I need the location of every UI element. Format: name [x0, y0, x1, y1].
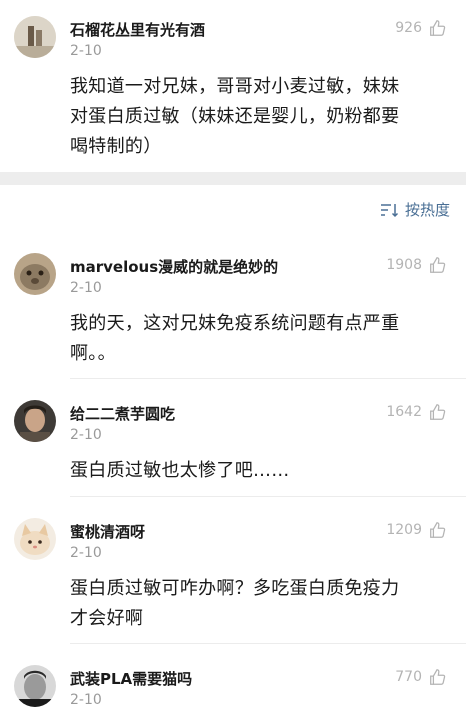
- thumbs-up-icon: [430, 522, 446, 538]
- comment-content: 我的天，这对兄妹免疫系统问题有点严重 啊。。: [70, 309, 445, 369]
- avatar[interactable]: [14, 665, 56, 707]
- like-button[interactable]: 926: [395, 19, 446, 37]
- thumbs-up-icon: [430, 669, 446, 685]
- thumbs-up-icon: [430, 20, 446, 36]
- avatar[interactable]: [14, 253, 56, 295]
- sort-by-heat-button[interactable]: 按热度: [379, 199, 450, 220]
- comment-date: 2-10: [70, 280, 102, 296]
- divider: [70, 378, 466, 379]
- avatar[interactable]: [14, 16, 56, 58]
- avatar[interactable]: [14, 518, 56, 560]
- divider: [70, 643, 466, 644]
- comment-username[interactable]: marvelous漫威的就是绝妙的: [70, 256, 278, 277]
- comment-line: 对蛋白质过敏（妹妹还是婴儿，奶粉都要: [70, 106, 400, 127]
- like-count: 770: [395, 669, 422, 685]
- like-count: 926: [395, 20, 422, 36]
- comment-date: 2-10: [70, 692, 102, 708]
- like-button[interactable]: 770: [395, 668, 446, 686]
- comment-line: 我的天，这对兄妹免疫系统问题有点严重: [70, 313, 400, 334]
- thumbs-up-icon: [430, 404, 446, 420]
- like-count: 1209: [386, 522, 422, 538]
- like-button[interactable]: 1642: [386, 403, 446, 421]
- comment-content: 蛋白质过敏可咋办啊？多吃蛋白质免疫力 才会好啊: [70, 574, 445, 634]
- comment-content: 我知道一对兄妹，哥哥对小麦过敏，妹妹 对蛋白质过敏（妹妹还是婴儿，奶粉都要 喝特…: [70, 72, 445, 162]
- comment-line: 蛋白质过敏可咋办啊？多吃蛋白质免疫力: [70, 578, 400, 599]
- avatar[interactable]: [14, 400, 56, 442]
- comment-line: 才会好啊: [70, 608, 144, 629]
- divider: [70, 496, 466, 497]
- comment-username[interactable]: 武装PLA需要猫吗: [70, 668, 192, 689]
- like-count: 1908: [386, 257, 422, 273]
- sort-label: 按热度: [404, 201, 450, 219]
- comment-username[interactable]: 石榴花丛里有光有酒: [70, 19, 205, 40]
- comment-line: 蛋白质过敏也太惨了吧……: [70, 460, 290, 481]
- comment-date: 2-10: [70, 545, 102, 561]
- like-count: 1642: [386, 404, 422, 420]
- like-button[interactable]: 1209: [386, 521, 446, 539]
- comment-content: 蛋白质过敏也太惨了吧……: [70, 456, 445, 486]
- comment-line: 啊。。: [70, 343, 116, 364]
- comment-date: 2-10: [70, 43, 102, 59]
- comment-line: 喝特制的）: [70, 136, 162, 157]
- comment-date: 2-10: [70, 427, 102, 443]
- comment-line: 我知道一对兄妹，哥哥对小麦过敏，妹妹: [70, 76, 400, 97]
- thumbs-up-icon: [430, 257, 446, 273]
- section-separator: [0, 172, 466, 185]
- like-button[interactable]: 1908: [386, 256, 446, 274]
- comment-username[interactable]: 给二二煮芋圆吃: [70, 403, 175, 424]
- sort-icon: [380, 203, 399, 217]
- comment-username[interactable]: 蜜桃清酒呀: [70, 521, 145, 542]
